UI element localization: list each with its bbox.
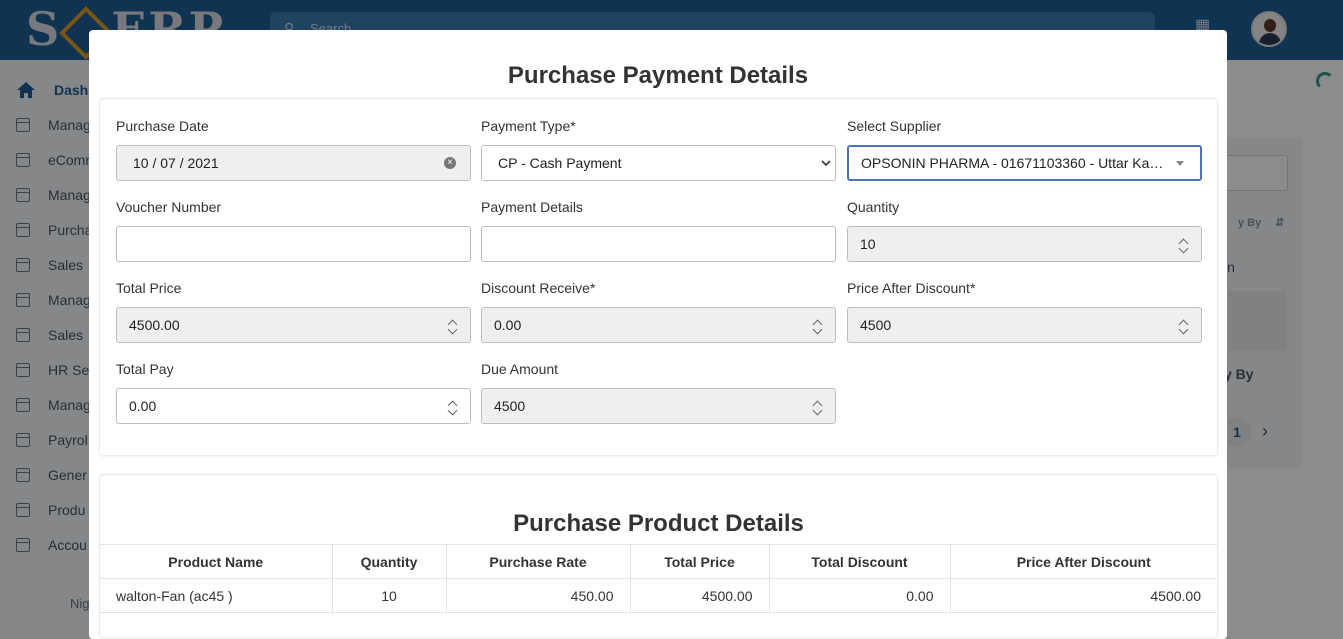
- stepper-icon[interactable]: [448, 399, 458, 415]
- voucher-number-input[interactable]: [116, 226, 471, 262]
- cell-purchase-rate: 450.00: [446, 578, 631, 613]
- voucher-number-label: Voucher Number: [116, 199, 222, 215]
- product-details-table: Product Name Quantity Purchase Rate Tota…: [100, 544, 1217, 613]
- total-price-input[interactable]: 4500.00: [116, 307, 471, 343]
- discount-receive-label: Discount Receive*: [481, 280, 596, 296]
- stepper-icon[interactable]: [813, 318, 823, 334]
- purchase-date-label: Purchase Date: [116, 118, 209, 134]
- column-header-total-price: Total Price: [630, 544, 770, 579]
- due-amount-label: Due Amount: [481, 361, 559, 377]
- cell-total-discount: 0.00: [769, 578, 951, 613]
- payment-type-label: Payment Type*: [481, 118, 576, 134]
- payment-details-input[interactable]: [481, 226, 836, 262]
- cell-price-after-discount: 4500.00: [950, 578, 1217, 613]
- payment-type-select[interactable]: CP - Cash Payment: [481, 145, 836, 181]
- payment-details-label: Payment Details: [481, 199, 583, 215]
- stepper-icon[interactable]: [448, 318, 458, 334]
- product-details-card: Purchase Product Details Product Name Qu…: [99, 474, 1218, 638]
- total-pay-label: Total Pay: [116, 361, 174, 377]
- column-header-total-discount: Total Discount: [769, 544, 951, 579]
- cell-total-price: 4500.00: [630, 578, 770, 613]
- payment-form-card: Purchase Date 10 / 07 / 2021 × Payment T…: [99, 98, 1218, 456]
- price-after-discount-label: Price After Discount*: [847, 280, 976, 296]
- quantity-label: Quantity: [847, 199, 900, 215]
- column-header-price-after-discount: Price After Discount: [950, 544, 1217, 579]
- quantity-input[interactable]: 10: [847, 226, 1202, 262]
- column-header-product-name: Product Name: [100, 544, 333, 579]
- table-row: walton-Fan (ac45 ) 10 450.00 4500.00 0.0…: [100, 578, 1217, 613]
- stepper-icon[interactable]: [813, 399, 823, 415]
- discount-receive-input[interactable]: 0.00: [481, 307, 836, 343]
- column-header-purchase-rate: Purchase Rate: [446, 544, 631, 579]
- purchase-payment-modal: Purchase Payment Details Purchase Date 1…: [89, 30, 1227, 639]
- total-price-label: Total Price: [116, 280, 182, 296]
- cell-product-name: walton-Fan (ac45 ): [100, 578, 333, 613]
- purchase-date-input[interactable]: 10 / 07 / 2021 ×: [116, 145, 471, 181]
- select-supplier-label: Select Supplier: [847, 118, 942, 134]
- clear-date-icon[interactable]: ×: [444, 157, 456, 169]
- product-details-title: Purchase Product Details: [513, 510, 804, 537]
- cell-quantity: 10: [332, 578, 447, 613]
- price-after-discount-input[interactable]: 4500: [847, 307, 1202, 343]
- dropdown-caret-icon: [1176, 161, 1184, 166]
- due-amount-input[interactable]: 4500: [481, 388, 836, 424]
- chevron-down-icon: [821, 156, 831, 170]
- supplier-select[interactable]: OPSONIN PHARMA - 01671103360 - Uttar Kar…: [847, 145, 1202, 181]
- modal-title: Purchase Payment Details: [507, 62, 809, 89]
- stepper-icon[interactable]: [1179, 318, 1189, 334]
- column-header-quantity: Quantity: [332, 544, 447, 579]
- total-pay-input[interactable]: 0.00: [116, 388, 471, 424]
- stepper-icon[interactable]: [1179, 237, 1189, 253]
- table-header-row: Product Name Quantity Purchase Rate Tota…: [100, 544, 1217, 579]
